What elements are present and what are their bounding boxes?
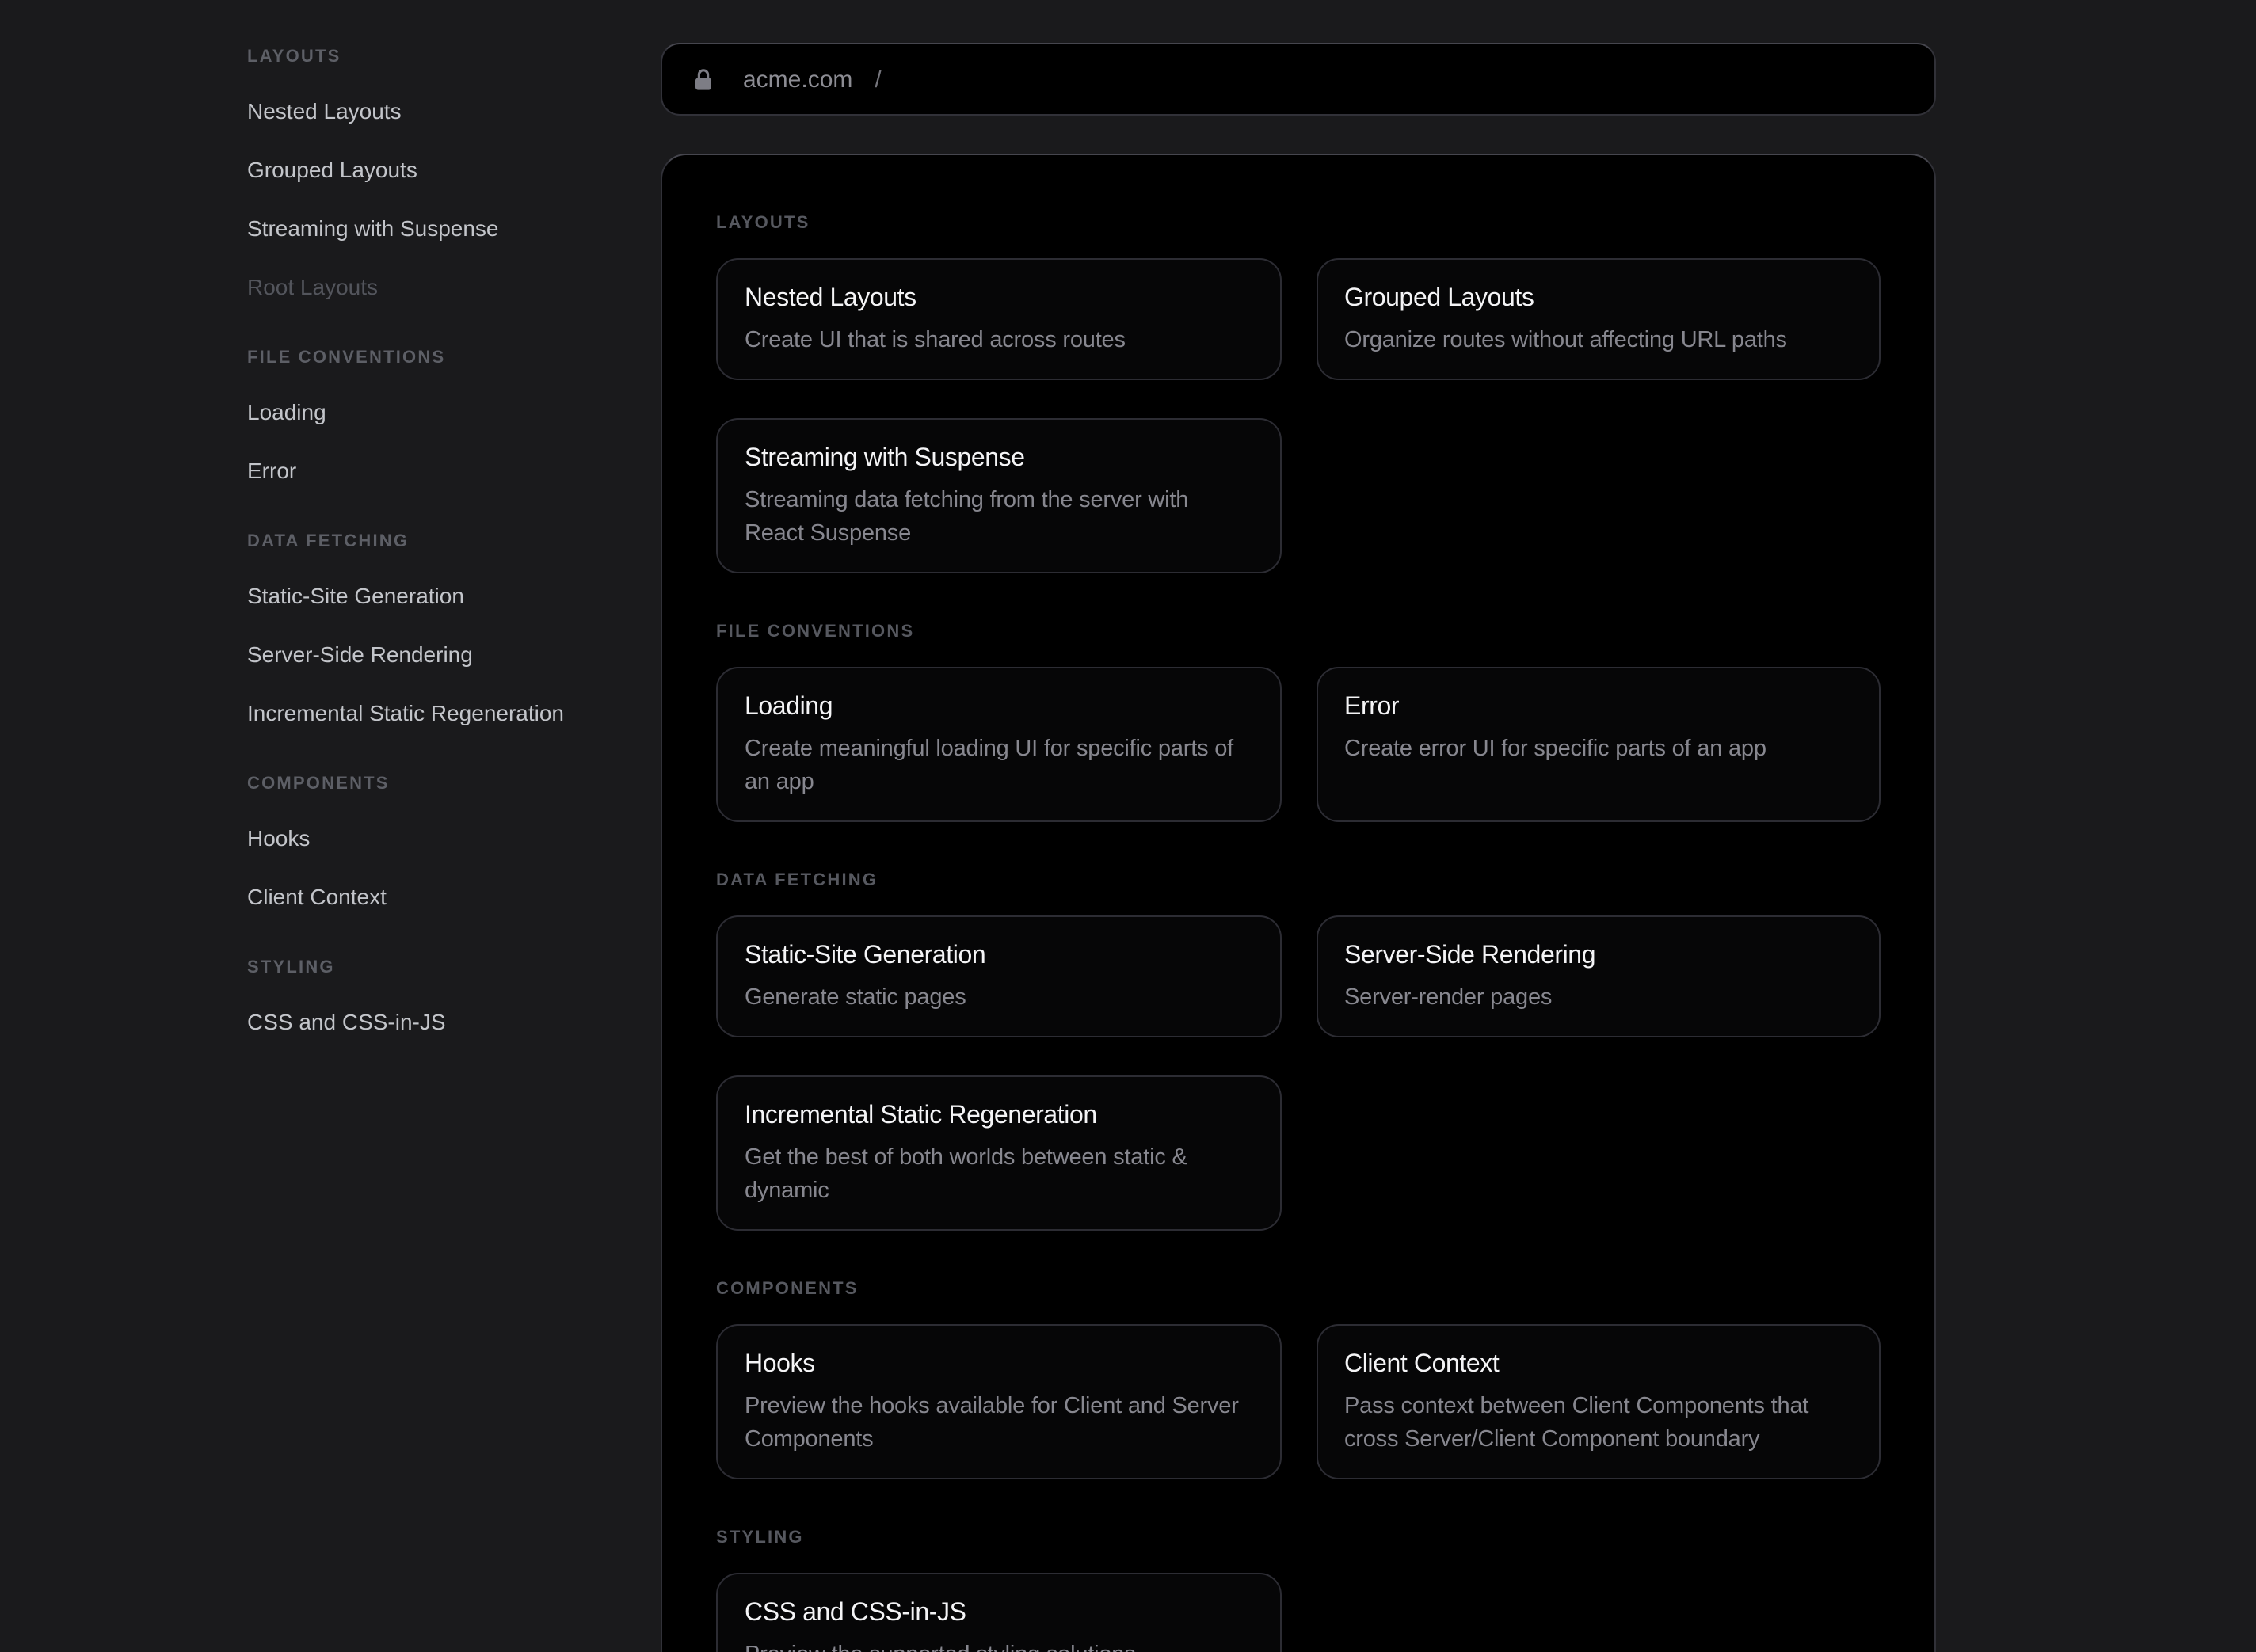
sidebar-section-label-components: COMPONENTS [247, 768, 623, 800]
card-css-and-css-in-js[interactable]: CSS and CSS-in-JS Preview the supported … [716, 1573, 1281, 1652]
card-title: Server-Side Rendering [1344, 938, 1852, 976]
sidebar: LAYOUTS Nested Layouts Grouped Layouts S… [0, 0, 661, 1652]
card-title: Error [1344, 689, 1852, 727]
card-grid: Loading Create meaningful loading UI for… [716, 667, 1881, 822]
section-label: FILE CONVENTIONS [716, 621, 1881, 643]
sidebar-item-root-layouts: Root Layouts [247, 257, 623, 315]
sidebar-section-label-styling: STYLING [247, 952, 623, 984]
sidebar-item-nested-layouts[interactable]: Nested Layouts [247, 81, 623, 139]
card-nested-layouts[interactable]: Nested Layouts Create UI that is shared … [716, 258, 1281, 380]
lock-icon [694, 67, 713, 91]
sidebar-item-loading[interactable]: Loading [247, 382, 623, 440]
card-description: Preview the hooks available for Client a… [745, 1391, 1252, 1457]
card-description: Create meaningful loading UI for specifi… [745, 733, 1252, 800]
card-error[interactable]: Error Create error UI for specific parts… [1316, 667, 1881, 822]
card-grid: CSS and CSS-in-JS Preview the supported … [716, 1573, 1881, 1652]
section-layouts: LAYOUTS Nested Layouts Create UI that is… [716, 212, 1881, 573]
card-description: Streaming data fetching from the server … [745, 485, 1252, 551]
section-label: COMPONENTS [716, 1278, 1881, 1300]
card-grid: Static-Site Generation Generate static p… [716, 915, 1881, 1231]
section-label: DATA FETCHING [716, 870, 1881, 892]
card-title: Client Context [1344, 1346, 1852, 1384]
sidebar-item-error[interactable]: Error [247, 440, 623, 499]
card-server-side-rendering[interactable]: Server-Side Rendering Server-render page… [1316, 915, 1881, 1037]
card-client-context[interactable]: Client Context Pass context between Clie… [1316, 1324, 1881, 1479]
card-description: Create error UI for specific parts of an… [1344, 733, 1852, 767]
card-incremental-static-regeneration[interactable]: Incremental Static Regeneration Get the … [716, 1075, 1281, 1231]
sidebar-item-grouped-layouts[interactable]: Grouped Layouts [247, 139, 623, 198]
card-description: Server-render pages [1344, 982, 1852, 1015]
section-label: STYLING [716, 1527, 1881, 1549]
card-hooks[interactable]: Hooks Preview the hooks available for Cl… [716, 1324, 1281, 1479]
sidebar-item-css-and-css-in-js[interactable]: CSS and CSS-in-JS [247, 992, 623, 1050]
section-file-conventions: FILE CONVENTIONS Loading Create meaningf… [716, 621, 1881, 822]
sidebar-section-label-file-conventions: FILE CONVENTIONS [247, 342, 623, 374]
card-description: Generate static pages [745, 982, 1252, 1015]
card-grouped-layouts[interactable]: Grouped Layouts Organize routes without … [1316, 258, 1881, 380]
sidebar-item-server-side-rendering[interactable]: Server-Side Rendering [247, 624, 623, 683]
card-title: Nested Layouts [745, 280, 1252, 318]
card-title: Streaming with Suspense [745, 440, 1252, 478]
address-domain: acme.com [743, 66, 852, 93]
main-panel: LAYOUTS Nested Layouts Create UI that is… [661, 154, 1936, 1652]
section-label: LAYOUTS [716, 212, 1881, 234]
sidebar-section-label-data-fetching: DATA FETCHING [247, 526, 623, 558]
card-title: Loading [745, 689, 1252, 727]
section-data-fetching: DATA FETCHING Static-Site Generation Gen… [716, 870, 1881, 1231]
section-styling: STYLING CSS and CSS-in-JS Preview the su… [716, 1527, 1881, 1652]
section-components: COMPONENTS Hooks Preview the hooks avail… [716, 1278, 1881, 1479]
card-static-site-generation[interactable]: Static-Site Generation Generate static p… [716, 915, 1281, 1037]
card-loading[interactable]: Loading Create meaningful loading UI for… [716, 667, 1281, 822]
sidebar-item-hooks[interactable]: Hooks [247, 808, 623, 866]
card-description: Get the best of both worlds between stat… [745, 1142, 1252, 1209]
sidebar-item-streaming-with-suspense[interactable]: Streaming with Suspense [247, 198, 623, 257]
card-title: Incremental Static Regeneration [745, 1098, 1252, 1136]
sidebar-item-static-site-generation[interactable]: Static-Site Generation [247, 565, 623, 624]
card-title: CSS and CSS-in-JS [745, 1595, 1252, 1633]
card-streaming-with-suspense[interactable]: Streaming with Suspense Streaming data f… [716, 418, 1281, 573]
card-description: Pass context between Client Components t… [1344, 1391, 1852, 1457]
address-path-separator: / [875, 66, 881, 93]
sidebar-section-label-layouts: LAYOUTS [247, 41, 623, 73]
address-bar: acme.com / [661, 43, 1936, 116]
card-description: Preview the supported styling solutions [745, 1639, 1252, 1652]
sidebar-item-client-context[interactable]: Client Context [247, 866, 623, 925]
card-grid: Nested Layouts Create UI that is shared … [716, 258, 1881, 573]
card-title: Hooks [745, 1346, 1252, 1384]
card-title: Static-Site Generation [745, 938, 1252, 976]
sidebar-item-incremental-static-regeneration[interactable]: Incremental Static Regeneration [247, 683, 623, 741]
card-description: Organize routes without affecting URL pa… [1344, 325, 1852, 358]
app-root: LAYOUTS Nested Layouts Grouped Layouts S… [0, 0, 2256, 1652]
card-grid: Hooks Preview the hooks available for Cl… [716, 1324, 1881, 1479]
viewport: LAYOUTS Nested Layouts Grouped Layouts S… [0, 0, 2256, 1652]
card-title: Grouped Layouts [1344, 280, 1852, 318]
card-description: Create UI that is shared across routes [745, 325, 1252, 358]
